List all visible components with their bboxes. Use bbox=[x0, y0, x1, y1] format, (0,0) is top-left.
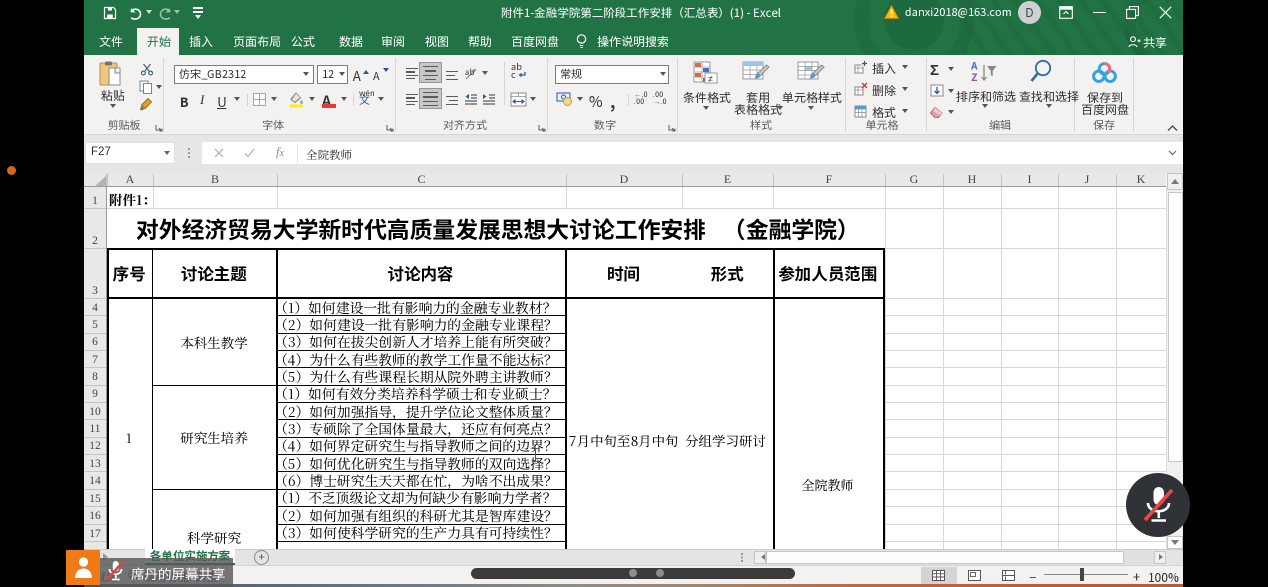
svg-text:Z: Z bbox=[971, 69, 977, 84]
svg-text:≠: ≠ bbox=[708, 72, 713, 85]
svg-text:ab: ab bbox=[465, 67, 475, 78]
